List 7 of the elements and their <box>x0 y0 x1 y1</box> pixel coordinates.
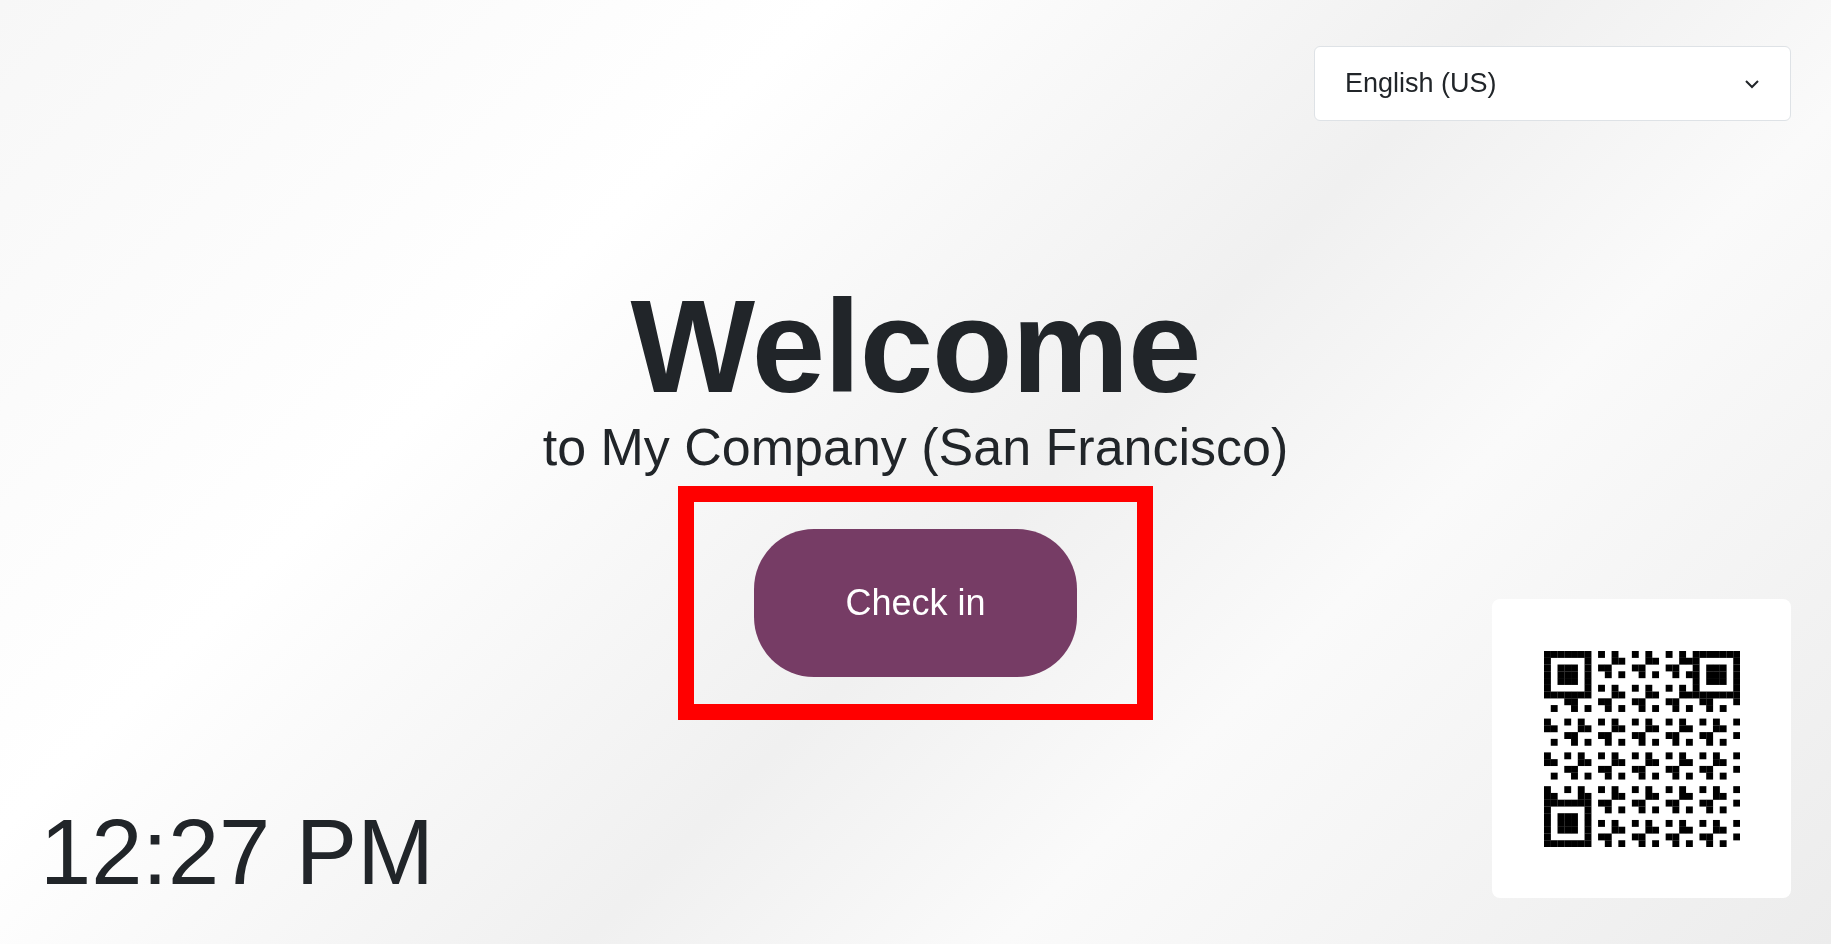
language-select[interactable]: English (US) <box>1314 46 1791 121</box>
chevron-down-icon <box>1744 78 1760 89</box>
clock: 12:27 PM <box>40 806 435 898</box>
qr-code-icon <box>1543 650 1740 847</box>
check-in-button[interactable]: Check in <box>754 529 1077 678</box>
welcome-subtitle: to My Company (San Francisco) <box>542 419 1289 477</box>
welcome-title: Welcome <box>630 281 1201 413</box>
